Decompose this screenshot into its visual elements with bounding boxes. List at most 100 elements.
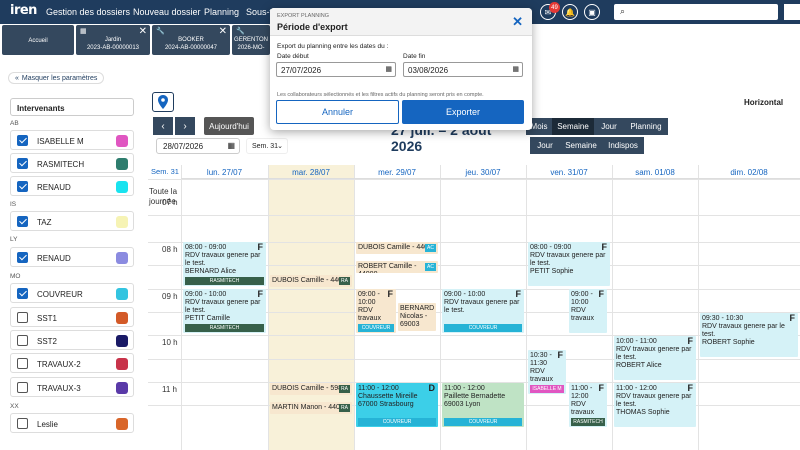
week-number-label: Sem. 31: [151, 167, 179, 176]
intervenant-sst2[interactable]: SST2: [10, 330, 134, 350]
intervenant-checkbox[interactable]: [17, 358, 28, 369]
intervenant-checkbox[interactable]: [17, 312, 28, 323]
calendar-event[interactable]: DUBOIS Camille - 44000 AC: [356, 242, 438, 254]
intervenant-checkbox[interactable]: [17, 382, 28, 393]
event-title: RDV travaux: [571, 401, 594, 416]
event-title: RDV travaux genere par le test.: [530, 252, 606, 267]
start-date-input[interactable]: 27/07/2026 ▦: [276, 62, 396, 77]
color-swatch: [116, 181, 128, 193]
event-technician-tag: RASMITECH: [571, 418, 605, 426]
close-icon[interactable]: ✕: [219, 26, 227, 37]
day-header[interactable]: jeu. 30/07: [440, 165, 526, 179]
event-type-flag: F: [687, 336, 694, 346]
date-picker-input[interactable]: 28/07/2026 ▦: [156, 138, 240, 154]
cancel-button[interactable]: Annuler: [276, 100, 399, 124]
intervenant-renaud-ly[interactable]: RENAUD: [10, 247, 134, 267]
calendar-event[interactable]: 09:00 - 10:00 RDV travaux genere par le t…: [183, 289, 266, 333]
tab-accueil[interactable]: Accueil: [2, 25, 74, 55]
day-header[interactable]: mar. 28/07: [268, 165, 354, 179]
intervenant-sst1[interactable]: SST1: [10, 307, 134, 327]
intervenant-isabelle-m[interactable]: ISABELLE M: [10, 130, 134, 150]
tab-booker[interactable]: 🔧 ✕ BOOKER 2024-AB-00000047: [152, 25, 230, 55]
hour-label: 07 h: [162, 198, 178, 207]
event-title: RDV travaux: [530, 368, 553, 384]
calendar-event[interactable]: ROBERT Camille - 44000AC: [356, 260, 438, 273]
nav-sous-traitance[interactable]: Sous-t: [246, 7, 272, 17]
color-swatch: [116, 288, 128, 300]
day-header[interactable]: sam. 01/08: [612, 165, 698, 179]
close-icon[interactable]: ✕: [512, 14, 523, 30]
calendar-event[interactable]: 11:00 - 12:00 RDV travaux F RASMITECH: [569, 383, 607, 427]
calendar-event[interactable]: 08:00 - 09:00 RDV travaux genere par le t…: [183, 242, 266, 286]
export-button[interactable]: Exporter: [402, 100, 524, 124]
nav-planning[interactable]: Planning: [204, 7, 239, 17]
grid-column-line: [268, 165, 269, 450]
nav-nouveau-dossier[interactable]: Nouveau dossier: [133, 7, 201, 17]
intervenant-checkbox[interactable]: [17, 252, 28, 263]
intervenant-checkbox[interactable]: [17, 335, 28, 346]
day-header[interactable]: ven. 31/07: [526, 165, 612, 179]
view-planning-button[interactable]: Planning: [624, 118, 668, 135]
intervenant-leslie[interactable]: Leslie: [10, 413, 134, 433]
previous-week-button[interactable]: ‹: [153, 117, 173, 135]
calendar-event[interactable]: DUBOIS Camille - 59800 RA: [270, 383, 352, 395]
calendar-icon[interactable]: ▦: [512, 65, 519, 73]
close-icon[interactable]: ✕: [139, 26, 147, 37]
calendar-event[interactable]: 11:00 - 12:00 Paillette Bernadette 69003 …: [442, 383, 524, 427]
calendar-event[interactable]: 09:00 - 10:00 RDV travaux F: [569, 289, 607, 333]
tab-sublabel: 2024-AB-00000047: [164, 45, 218, 51]
user-menu-button[interactable]: [784, 4, 800, 20]
calendar-event[interactable]: 11:00 - 12:00 RDV travaux genere par le t…: [614, 383, 696, 427]
event-technician-tag: ISABELLE M: [530, 385, 564, 394]
intervenant-rasmitech[interactable]: RASMITECH: [10, 153, 134, 173]
intervenant-travaux-2[interactable]: TRAVAUX-2: [10, 353, 134, 373]
toggle-parameters-button[interactable]: «Masquer les paramètres: [8, 72, 105, 84]
toggle-parameters-label: Masquer les paramètres: [21, 74, 98, 82]
calendar-event[interactable]: 10:00 - 11:00 RDV travaux genere par le t…: [614, 336, 696, 380]
intervenant-checkbox[interactable]: [17, 216, 28, 227]
day-header[interactable]: lun. 27/07: [181, 165, 268, 179]
intervenant-checkbox[interactable]: [17, 418, 28, 429]
view-day-button[interactable]: Jour: [594, 118, 624, 135]
calendar-event[interactable]: 08:00 - 09:00 RDV travaux genere par le t…: [528, 242, 610, 286]
intervenant-taz[interactable]: TAZ: [10, 211, 134, 231]
box-icon[interactable]: ▣: [584, 4, 600, 20]
resource-week-button[interactable]: Semaine: [560, 137, 602, 154]
map-view-button[interactable]: [152, 92, 174, 112]
next-week-button[interactable]: ›: [175, 117, 195, 135]
intervenant-couvreur[interactable]: COUVREUR: [10, 283, 134, 303]
week-select[interactable]: Sem. 31 ⌄: [246, 138, 288, 154]
resource-day-button[interactable]: Jour: [530, 137, 560, 154]
hour-label: 08 h: [162, 245, 178, 254]
tab-gerenton[interactable]: 🔧 GERENTON 2026-MO-: [232, 25, 270, 55]
calendar-event[interactable]: BERNARD Nicolas - 69003: [398, 303, 436, 332]
calendar-event[interactable]: 09:00 - 10:00 RDV travaux F COUVREUR: [356, 289, 396, 333]
calendar-event[interactable]: 09:30 - 10:30 RDV travaux genere par le t…: [700, 312, 798, 357]
end-date-input[interactable]: 03/08/2026 ▦: [403, 62, 523, 77]
intervenant-travaux-3[interactable]: TRAVAUX-3: [10, 377, 134, 397]
indispos-button[interactable]: Indispos: [602, 137, 644, 154]
search-input[interactable]: ⌕: [614, 4, 778, 20]
event-client: PETIT Sophie: [530, 268, 574, 275]
intervenant-checkbox[interactable]: [17, 288, 28, 299]
calendar-event[interactable]: 09:00 - 10:00 RDV travaux genere par le t…: [442, 289, 524, 333]
calendar-event[interactable]: 10:30 - 11:30 RDV travaux F ISABELLE M: [528, 350, 566, 395]
tab-jardin[interactable]: ▦ ✕ Jardin 2023-AB-00000013: [76, 25, 150, 55]
calendar-event[interactable]: DUBOIS Camille - 44000 RA: [270, 274, 352, 287]
calendar-icon[interactable]: ▦: [385, 65, 392, 73]
calendar-event[interactable]: 11:00 - 12:00 Chaussette Mireille 67000 S…: [356, 383, 438, 427]
intervenant-checkbox[interactable]: [17, 181, 28, 192]
nav-gestion-dossiers[interactable]: Gestion des dossiers: [46, 7, 130, 17]
event-type-flag: F: [789, 312, 796, 323]
view-week-button[interactable]: Semaine: [552, 118, 594, 135]
calendar-event[interactable]: MARTIN Manon - 44000 RA: [270, 401, 352, 414]
horizontal-view-toggle[interactable]: Horizontal: [744, 98, 783, 107]
day-header[interactable]: dim. 02/08: [698, 165, 800, 179]
day-header[interactable]: mer. 29/07: [354, 165, 440, 179]
color-swatch: [116, 158, 128, 170]
intervenant-checkbox[interactable]: [17, 158, 28, 169]
bell-icon[interactable]: 🔔: [562, 4, 578, 20]
intervenant-checkbox[interactable]: [17, 135, 28, 146]
today-button[interactable]: Aujourd'hui: [204, 117, 254, 135]
intervenant-renaud-ab[interactable]: RENAUD: [10, 176, 134, 196]
